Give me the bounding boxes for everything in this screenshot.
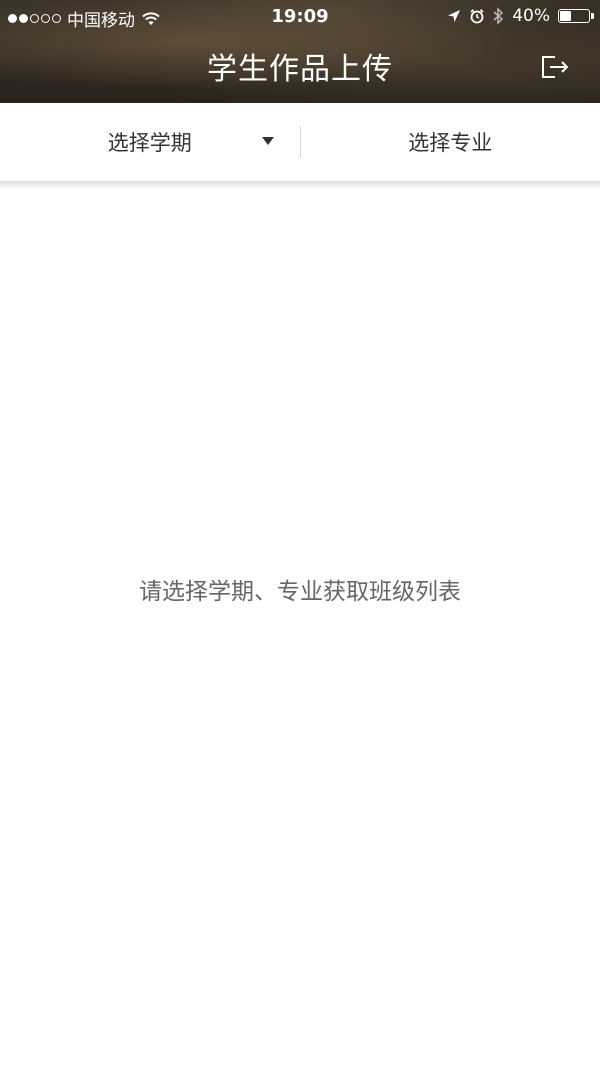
- battery-icon: [558, 9, 594, 23]
- logout-icon: [542, 56, 569, 78]
- status-bar-right: 40%: [447, 6, 594, 26]
- logout-button[interactable]: [538, 52, 572, 82]
- status-bar: 中国移动 19:09 40%: [0, 0, 600, 34]
- semester-filter-label: 选择学期: [107, 131, 192, 155]
- app-header: 中国移动 19:09 40% 学生作品上传: [0, 0, 600, 103]
- empty-state-message: 请选择学期、专业获取班级列表: [139, 579, 461, 605]
- semester-filter-dropdown[interactable]: 选择学期: [0, 103, 300, 181]
- major-filter-label: 选择专业: [408, 131, 493, 155]
- filter-bar-shadow: [0, 181, 600, 189]
- dropdown-caret-icon: [261, 137, 274, 145]
- major-filter-dropdown[interactable]: 选择专业: [301, 103, 600, 181]
- bluetooth-icon: [493, 7, 504, 25]
- filter-bar: 选择学期 选择专业: [0, 103, 600, 181]
- battery-tip: [591, 13, 594, 19]
- page-title: 学生作品上传: [207, 52, 393, 87]
- battery-fill: [560, 11, 571, 21]
- battery-percent: 40%: [512, 6, 550, 26]
- location-arrow-icon: [448, 10, 461, 22]
- alarm-clock-icon: [470, 9, 484, 24]
